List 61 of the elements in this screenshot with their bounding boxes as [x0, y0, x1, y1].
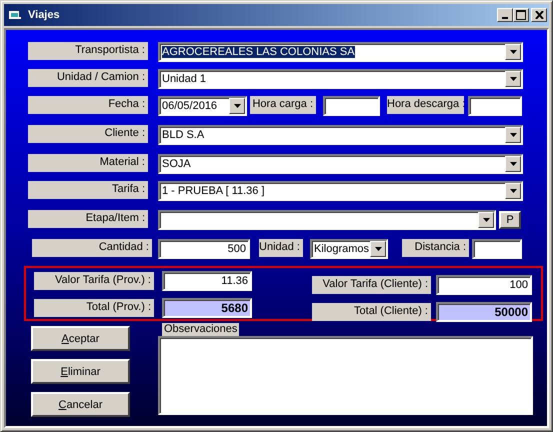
input-field[interactable]: 11.36 — [162, 271, 252, 291]
dropdown-button[interactable] — [505, 127, 521, 143]
field-label: Total (Prov.) : — [34, 299, 154, 317]
field-label: Total (Cliente) : — [312, 303, 431, 321]
window-title: Viajes — [28, 9, 60, 21]
field-label: Fecha : — [28, 96, 148, 114]
caret-down-icon — [510, 189, 516, 193]
caret-down-icon — [510, 133, 516, 137]
field-label: Distancia : — [402, 239, 469, 257]
dropdown-button[interactable] — [478, 212, 494, 228]
field-label: Hora descarga : — [387, 96, 464, 114]
dropdown-button[interactable] — [505, 44, 521, 60]
field-label: Material : — [28, 154, 148, 172]
field-label: Transportista : — [28, 42, 148, 60]
field-label: Cliente : — [28, 125, 148, 143]
total-field: 50000 — [436, 302, 532, 322]
dropdown-button[interactable] — [229, 98, 245, 114]
input-field[interactable] — [468, 96, 522, 116]
dropdown-button[interactable] — [505, 183, 521, 199]
input-field[interactable] — [323, 96, 380, 116]
action-button[interactable]: Cancelar — [31, 392, 130, 417]
dropdown-field[interactable]: Unidad 1 — [158, 69, 523, 89]
dropdown-button[interactable] — [505, 156, 521, 172]
total-field: 5680 — [162, 298, 252, 318]
p-button[interactable]: P — [499, 211, 521, 229]
dropdown-field[interactable] — [158, 210, 496, 230]
field-label: Etapa/Item : — [28, 210, 148, 228]
field-label: Valor Tarifa (Cliente) : — [312, 276, 431, 294]
input-field[interactable] — [472, 239, 522, 259]
action-button[interactable]: Eliminar — [31, 359, 130, 384]
input-field[interactable]: 500 — [158, 239, 250, 259]
dropdown-field[interactable]: BLD S.A — [158, 125, 523, 145]
field-label: Unidad / Camion : — [28, 69, 148, 87]
field-label: Unidad : — [259, 239, 303, 257]
field-label: Tarifa : — [28, 181, 148, 199]
frame-label: Observaciones — [162, 323, 240, 336]
dropdown-field[interactable]: 1 - PRUEBA [ 11.36 ] — [158, 181, 523, 201]
minimize-button[interactable] — [497, 8, 513, 22]
dropdown-button[interactable] — [370, 241, 386, 257]
caret-down-icon — [374, 247, 382, 251]
date-picker[interactable]: 06/05/2016 — [158, 96, 247, 116]
close-button[interactable] — [531, 8, 547, 22]
field-label: Hora carga : — [250, 96, 316, 114]
close-icon — [534, 11, 544, 19]
caret-down-icon — [510, 50, 516, 54]
dropdown-field[interactable]: AGROCEREALES LAS COLONIAS SA — [158, 42, 523, 62]
action-button[interactable]: Aceptar — [31, 326, 130, 351]
notes-field[interactable] — [158, 336, 533, 415]
dropdown-field[interactable]: Kilogramos — [310, 239, 388, 259]
field-label: Cantidad : — [32, 239, 152, 257]
caret-down-icon — [482, 218, 490, 222]
input-field[interactable]: 100 — [436, 275, 532, 295]
caret-down-icon — [510, 77, 516, 81]
window-icon — [8, 9, 22, 21]
dropdown-button[interactable] — [505, 71, 521, 87]
dropdown-field[interactable]: SOJA — [158, 154, 523, 174]
maximize-button[interactable] — [513, 8, 529, 22]
caret-down-icon — [510, 162, 516, 166]
maximize-icon — [516, 10, 526, 20]
field-label: Valor Tarifa (Prov.) : — [34, 272, 154, 290]
caret-down-icon — [234, 104, 240, 108]
